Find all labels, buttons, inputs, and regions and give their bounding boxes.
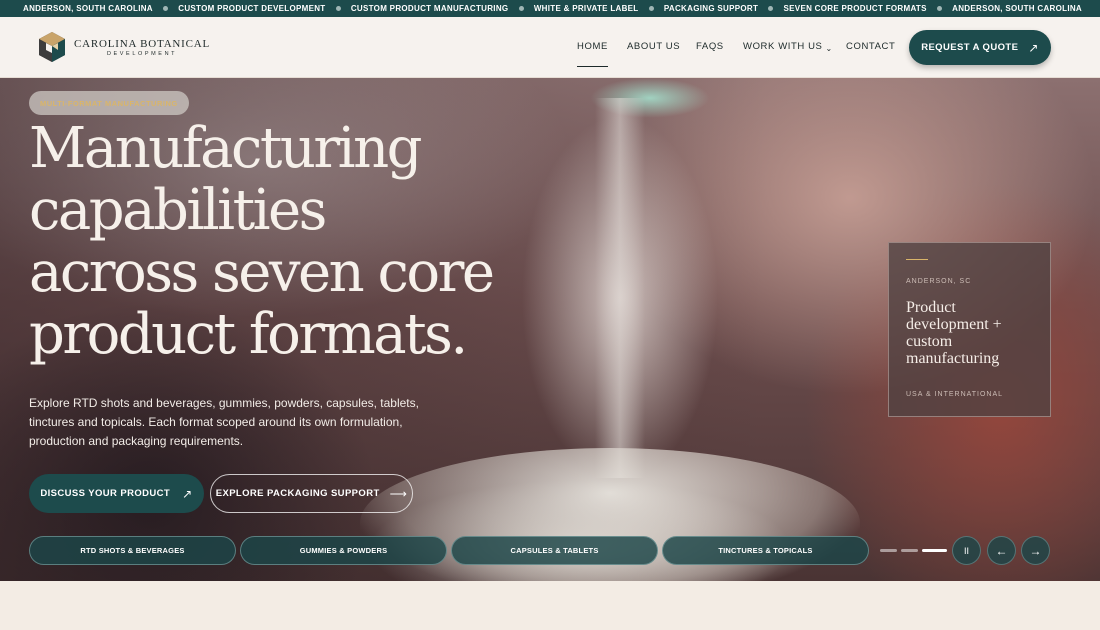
format-tab-gummies[interactable]: GUMMIES & POWDERS xyxy=(240,536,447,565)
slide-indicator[interactable] xyxy=(901,549,918,552)
hero-headline: Manufacturing capabilities across seven … xyxy=(29,118,549,366)
ticker-separator xyxy=(163,6,169,11)
slide-indicators xyxy=(880,549,947,552)
explore-packaging-label: EXPLORE PACKAGING SUPPORT xyxy=(215,488,380,499)
pause-button[interactable]: II xyxy=(952,536,981,565)
ticker-separator xyxy=(648,6,654,11)
card-footer: USA & INTERNATIONAL xyxy=(906,391,1004,398)
chevron-down-icon: ⌄ xyxy=(825,44,833,53)
headline-line: capabilities xyxy=(29,178,327,243)
discuss-product-label: DISCUSS YOUR PRODUCT xyxy=(40,488,171,499)
nav-about-us[interactable]: ABOUT US xyxy=(627,41,680,52)
format-tab-tinctures[interactable]: TINCTURES & TOPICALS xyxy=(662,536,869,565)
logo-wordmark: CAROLINA BOTANICAL DEVELOPMENT xyxy=(74,38,210,57)
explore-packaging-button[interactable]: EXPLORE PACKAGING SUPPORT ⟶ xyxy=(210,474,413,513)
ticker-separator xyxy=(936,6,942,11)
brand-sub: DEVELOPMENT xyxy=(106,50,178,57)
nav-faqs[interactable]: FAQS xyxy=(696,41,724,52)
headline-line: product formats. xyxy=(29,302,468,367)
hero-section: MULTI-FORMAT MANUFACTURING Manufacturing… xyxy=(0,78,1100,581)
arrow-up-right-icon: ↗ xyxy=(1028,40,1039,55)
nav-work-label: WORK WITH US xyxy=(743,41,823,52)
logo-link[interactable]: CAROLINA BOTANICAL DEVELOPMENT xyxy=(37,31,210,63)
ticker-item: ANDERSON, SOUTH CAROLINA xyxy=(952,4,1082,13)
ticker-separator xyxy=(335,6,341,11)
slide-indicator-active[interactable] xyxy=(922,549,947,552)
ticker-item: SEVEN CORE PRODUCT FORMATS xyxy=(783,4,927,13)
hero-tag: MULTI-FORMAT MANUFACTURING xyxy=(29,91,189,115)
ticker-item: CUSTOM PRODUCT MANUFACTURING xyxy=(350,4,509,13)
ticker-item: CUSTOM PRODUCT DEVELOPMENT xyxy=(178,4,326,13)
logo-icon xyxy=(37,31,67,63)
ticker-bar: ANDERSON, SOUTH CAROLINA CUSTOM PRODUCT … xyxy=(0,0,1100,17)
nav-contact[interactable]: CONTACT xyxy=(846,41,895,52)
ticker-separator xyxy=(768,6,774,11)
headline-line: across seven core xyxy=(29,240,495,305)
previous-slide-button[interactable]: ← xyxy=(987,536,1016,565)
arrow-right-icon: ⟶ xyxy=(389,486,408,501)
headline-line: Manufacturing xyxy=(29,116,423,181)
format-tab-capsules[interactable]: CAPSULES & TABLETS xyxy=(451,536,658,565)
next-slide-button[interactable]: → xyxy=(1021,536,1050,565)
nav-home[interactable]: HOME xyxy=(577,41,608,67)
ticker-separator xyxy=(518,6,524,11)
request-quote-label: REQUEST A QUOTE xyxy=(921,42,1019,53)
card-title: Product development + custom manufacturi… xyxy=(906,299,1002,367)
nav-work-with-us[interactable]: WORK WITH US ⌄ xyxy=(743,41,833,53)
card-accent-line xyxy=(906,259,928,260)
format-tabs: RTD SHOTS & BEVERAGES GUMMIES & POWDERS … xyxy=(29,536,869,565)
next-section xyxy=(0,581,1100,630)
site-header: CAROLINA BOTANICAL DEVELOPMENT HOME ABOU… xyxy=(0,17,1100,78)
card-location: ANDERSON, SC xyxy=(906,278,972,285)
location-card: ANDERSON, SC Product development + custo… xyxy=(888,242,1051,417)
ticker-item: WHITE & PRIVATE LABEL xyxy=(533,4,639,13)
request-quote-button[interactable]: REQUEST A QUOTE ↗ xyxy=(909,30,1051,65)
ticker-item: PACKAGING SUPPORT xyxy=(663,4,759,13)
pause-icon: II xyxy=(963,545,969,556)
arrow-right-icon: → xyxy=(1029,543,1042,558)
arrow-up-right-icon: ↗ xyxy=(182,486,193,501)
brand-name: CAROLINA BOTANICAL xyxy=(74,37,211,50)
hero-description: Explore RTD shots and beverages, gummies… xyxy=(29,396,419,448)
discuss-product-button[interactable]: DISCUSS YOUR PRODUCT ↗ xyxy=(29,474,204,513)
format-tab-rtd[interactable]: RTD SHOTS & BEVERAGES xyxy=(29,536,236,565)
slide-indicator[interactable] xyxy=(880,549,897,552)
ticker-item: ANDERSON, SOUTH CAROLINA xyxy=(23,4,153,13)
arrow-left-icon: ← xyxy=(995,543,1008,558)
